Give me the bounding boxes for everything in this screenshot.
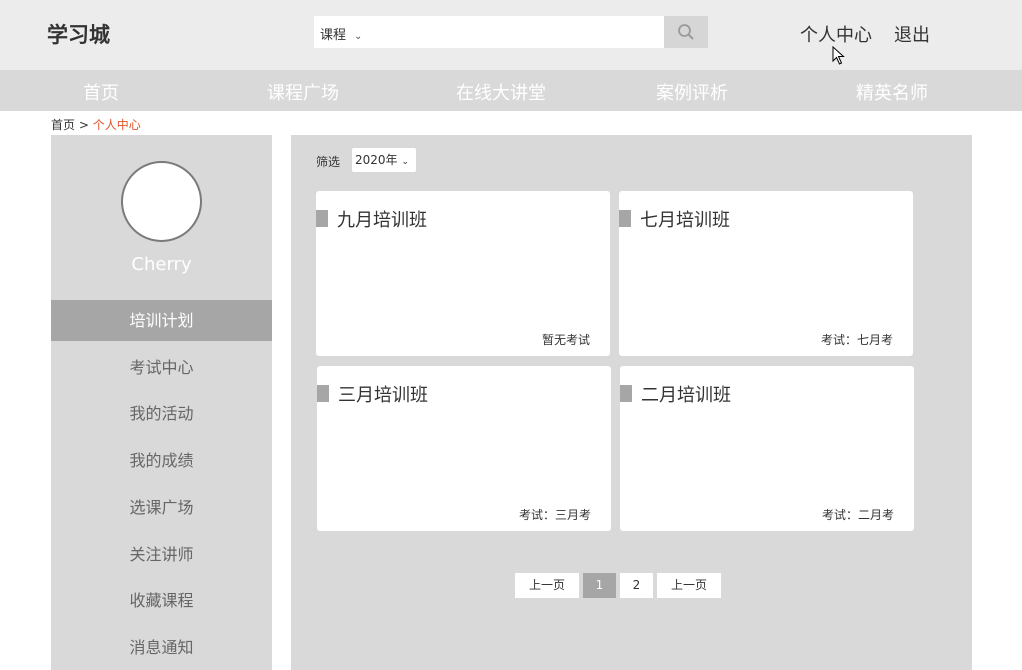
sidebar-item-my-scores[interactable]: 我的成绩	[51, 440, 272, 481]
card-status: 考试：二月考	[821, 508, 894, 522]
breadcrumb-current: 个人中心	[92, 118, 141, 132]
sidebar-item-followed-lecturers[interactable]: 关注讲师	[51, 534, 272, 575]
nav-item-home[interactable]: 首页	[83, 79, 119, 105]
breadcrumb-separator: >	[75, 118, 93, 132]
breadcrumb: 首页 > 个人中心	[51, 116, 141, 133]
training-card[interactable]: 三月培训班 考试：三月考	[317, 366, 611, 531]
nav-item-elite-teachers[interactable]: 精英名师	[856, 79, 928, 105]
top-header: 学习城 课程 ⌄ 个人中心 退出	[0, 0, 1022, 70]
mouse-cursor-icon	[832, 46, 845, 65]
card-status: 考试：七月考	[820, 333, 893, 347]
sidebar-item-training-plan[interactable]: 培训计划	[51, 300, 272, 341]
pagination-page-1[interactable]: 1	[583, 573, 616, 598]
sidebar-item-exam-center[interactable]: 考试中心	[51, 347, 272, 388]
nav-item-case-analysis[interactable]: 案例评析	[656, 79, 728, 105]
card-title: 七月培训班	[640, 210, 730, 231]
training-card[interactable]: 七月培训班 考试：七月考	[619, 191, 913, 356]
username: Cherry	[131, 254, 192, 275]
sidebar-item-my-activities[interactable]: 我的活动	[51, 393, 272, 434]
search-bar: 课程 ⌄	[314, 16, 708, 48]
card-accent-bar	[317, 385, 329, 402]
card-status: 考试：三月考	[518, 508, 591, 522]
search-type-label: 课程	[320, 28, 347, 43]
search-icon	[678, 24, 694, 40]
pagination-page-2[interactable]: 2	[620, 573, 653, 598]
card-title: 九月培训班	[337, 210, 427, 231]
search-button[interactable]	[664, 16, 708, 48]
pagination-prev-button[interactable]: 上一页	[515, 573, 579, 598]
card-accent-bar	[619, 210, 631, 227]
avatar[interactable]	[121, 161, 202, 242]
nav-item-course-square[interactable]: 课程广场	[267, 79, 339, 105]
year-filter-value: 2020年	[355, 153, 398, 167]
sidebar-item-favorite-courses[interactable]: 收藏课程	[51, 580, 272, 621]
card-status: 暂无考试	[541, 333, 590, 347]
pagination-next-button[interactable]: 上一页	[657, 573, 721, 598]
logout-link[interactable]: 退出	[894, 21, 930, 47]
card-accent-bar	[316, 210, 328, 227]
training-card[interactable]: 九月培训班 暂无考试	[316, 191, 610, 356]
main-nav: 首页 课程广场 在线大讲堂 案例评析 精英名师	[0, 70, 1022, 111]
card-accent-bar	[620, 385, 632, 402]
chevron-down-icon: ⌄	[354, 31, 363, 42]
chevron-down-icon: ⌄	[401, 157, 410, 167]
search-type-select[interactable]: 课程 ⌄	[320, 24, 362, 43]
breadcrumb-home[interactable]: 首页	[51, 118, 75, 132]
filter-label: 筛选	[316, 155, 341, 169]
main-panel: 筛选 2020年 ⌄ 九月培训班 暂无考试 七月培训班 考试：七月考 三月培训班 …	[291, 135, 972, 670]
sidebar-item-notifications[interactable]: 消息通知	[51, 627, 272, 668]
card-title: 三月培训班	[338, 385, 428, 406]
training-card[interactable]: 二月培训班 考试：二月考	[620, 366, 914, 531]
year-filter-select[interactable]: 2020年 ⌄	[352, 148, 416, 172]
sidebar-item-course-selection[interactable]: 选课广场	[51, 487, 272, 528]
sidebar: Cherry 培训计划 考试中心 我的活动 我的成绩 选课广场 关注讲师 收藏课…	[51, 135, 272, 670]
search-input[interactable]	[378, 18, 662, 46]
site-logo[interactable]: 学习城	[47, 19, 110, 49]
nav-item-online-lecture[interactable]: 在线大讲堂	[456, 79, 546, 105]
user-center-link[interactable]: 个人中心	[800, 21, 872, 47]
card-title: 二月培训班	[641, 385, 731, 406]
